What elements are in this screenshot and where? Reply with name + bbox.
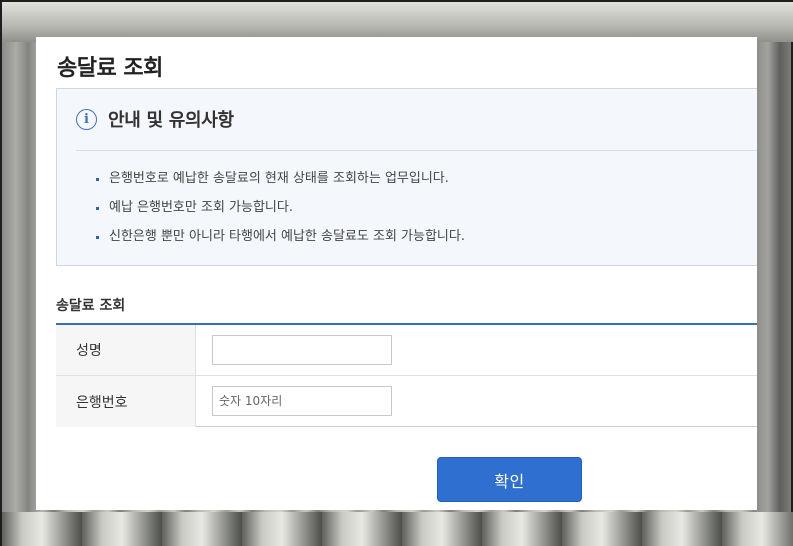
page-title: 송달료 조회 — [57, 56, 163, 81]
bullet-icon — [96, 236, 99, 239]
name-input[interactable] — [212, 335, 392, 365]
form-row-name: 성명 — [56, 325, 757, 376]
notice-item: 예납 은행번호만 조회 가능합니다. — [94, 200, 465, 229]
notice-box: i 안내 및 유의사항 은행번호로 예납한 송달료의 현재 상태를 조회하는 업… — [56, 88, 757, 266]
notice-header: i 안내 및 유의사항 — [76, 106, 234, 132]
notice-list: 은행번호로 예납한 송달료의 현재 상태를 조회하는 업무입니다. 예납 은행번… — [94, 171, 465, 258]
form-row-bank-number: 은행번호 — [56, 376, 757, 427]
info-icon: i — [76, 108, 97, 130]
bank-number-label: 은행번호 — [56, 376, 196, 427]
bullet-icon — [96, 178, 99, 181]
notice-divider — [76, 150, 757, 151]
notice-item-text: 신한은행 뿐만 아니라 타행에서 예납한 송달료도 조회 가능합니다. — [109, 229, 465, 244]
section-title: 송달료 조회 — [56, 298, 126, 314]
notice-item-text: 은행번호로 예납한 송달료의 현재 상태를 조회하는 업무입니다. — [109, 171, 449, 186]
background-top — [2, 2, 793, 42]
notice-title: 안내 및 유의사항 — [108, 110, 234, 131]
name-label: 성명 — [56, 325, 196, 375]
dialog-card: 송달료 조회 i 안내 및 유의사항 은행번호로 예납한 송달료의 현재 상태를… — [36, 37, 757, 510]
confirm-button[interactable]: 확인 — [437, 457, 582, 502]
notice-item: 신한은행 뿐만 아니라 타행에서 예납한 송달료도 조회 가능합니다. — [94, 229, 465, 258]
background-bottom — [2, 512, 793, 546]
lookup-form-table: 성명 은행번호 — [56, 323, 757, 427]
notice-item: 은행번호로 예납한 송달료의 현재 상태를 조회하는 업무입니다. — [94, 171, 465, 200]
notice-item-text: 예납 은행번호만 조회 가능합니다. — [109, 200, 293, 215]
bank-number-input[interactable] — [212, 386, 392, 416]
bullet-icon — [96, 207, 99, 210]
